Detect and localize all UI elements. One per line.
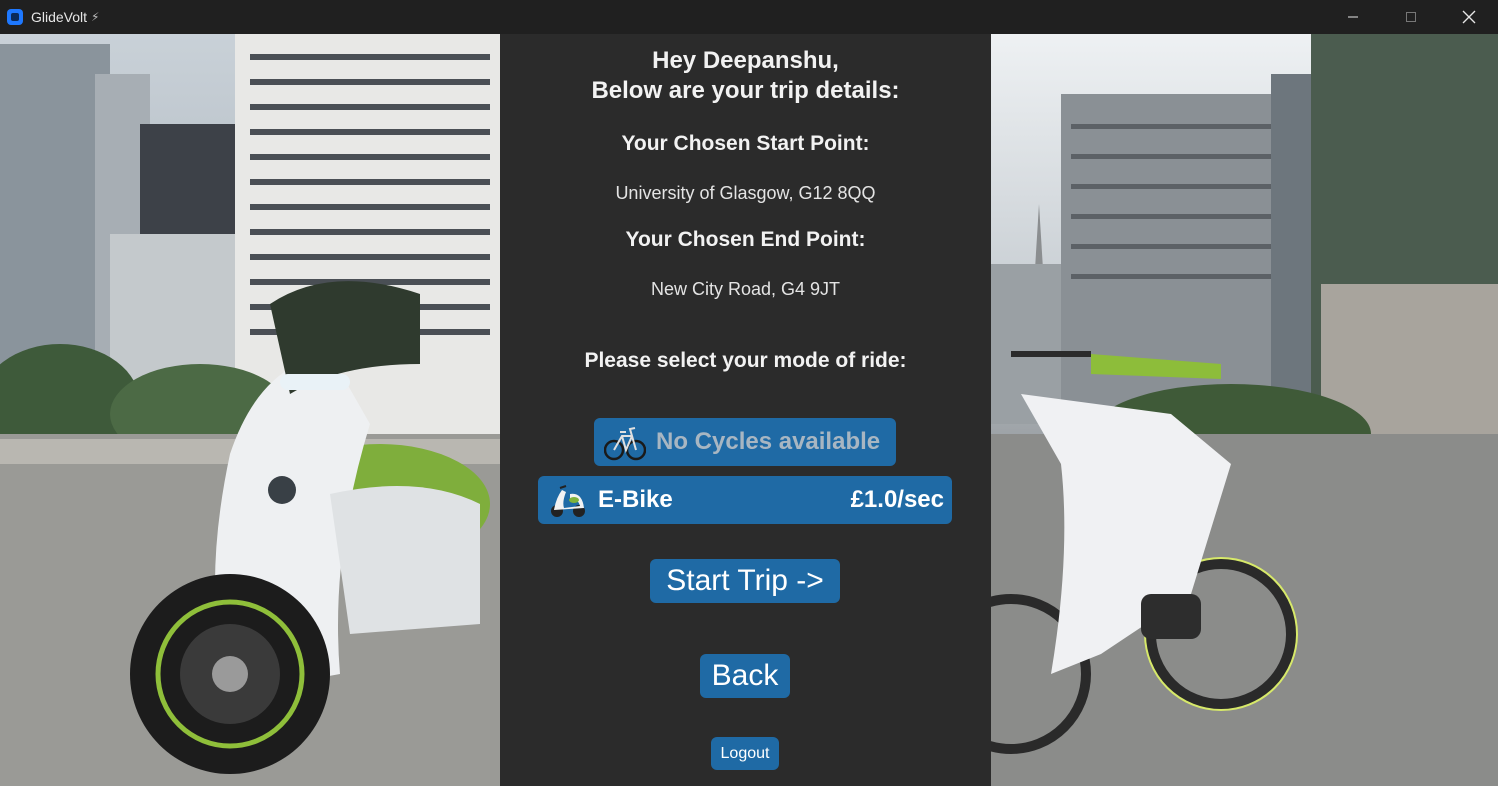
greeting-subline: Below are your trip details: [591, 77, 900, 104]
electric-scooter-photo [0, 34, 500, 786]
logout-button[interactable]: Logout [711, 737, 779, 770]
start-point-label: Your Chosen Start Point: [621, 132, 870, 155]
minimize-icon [1348, 16, 1358, 18]
trip-details-panel: Hey Deepanshu, Below are your trip detai… [500, 34, 991, 786]
end-point-label: Your Chosen End Point: [625, 228, 866, 251]
lightning-icon: ⚡ [91, 10, 100, 24]
start-trip-button[interactable]: Start Trip -> [650, 559, 840, 603]
scooter-icon [548, 480, 588, 520]
close-icon [1462, 10, 1476, 24]
ride-mode-prompt: Please select your mode of ride: [584, 349, 907, 372]
ebike-option-label: E-Bike [598, 486, 673, 513]
back-button[interactable]: Back [700, 654, 790, 698]
maximize-icon [1406, 12, 1416, 22]
greeting-line: Hey Deepanshu, [652, 47, 839, 74]
greeting-heading: Hey Deepanshu, Below are your trip detai… [500, 46, 991, 106]
cycle-option-label: No Cycles available [656, 428, 881, 455]
window-title: GlideVolt [31, 9, 88, 25]
bicycle-icon [604, 422, 646, 462]
maximize-button[interactable] [1382, 0, 1440, 34]
ebike-option-button[interactable]: E-Bike £1.0/sec [538, 476, 952, 524]
end-point-value: New City Road, G4 9JT [650, 279, 841, 299]
close-button[interactable] [1440, 0, 1498, 34]
app-icon [7, 9, 23, 25]
electric-bicycle-photo [991, 34, 1498, 786]
cycle-option-button[interactable]: No Cycles available [594, 418, 896, 466]
ebike-price: £1.0/sec [850, 486, 944, 513]
title-bar: GlideVolt ⚡ [0, 0, 1498, 34]
start-point-value: University of Glasgow, G12 8QQ [615, 183, 876, 203]
minimize-button[interactable] [1324, 0, 1382, 34]
